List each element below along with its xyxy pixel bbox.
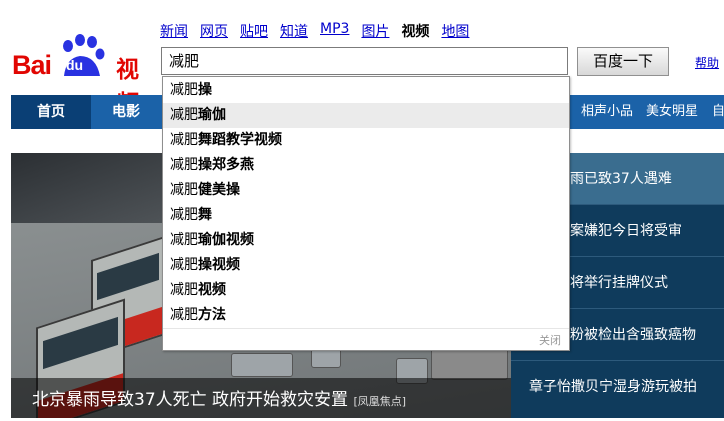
suggestion-item[interactable]: 减肥健美操	[163, 178, 569, 203]
car-image	[231, 353, 293, 377]
help-link[interactable]: 帮助	[695, 54, 719, 71]
logo-text-du: du	[66, 57, 84, 73]
logo-text-latin: Bai	[12, 50, 52, 80]
suggestion-item[interactable]: 减肥操	[163, 78, 569, 103]
nav-more-tab[interactable]: 自	[712, 95, 724, 129]
suggestion-item[interactable]: 减肥操视频	[163, 253, 569, 278]
suggestion-item[interactable]: 减肥方法	[163, 303, 569, 328]
topnav-video[interactable]: 视频	[401, 21, 429, 41]
topnav-map[interactable]: 地图	[441, 21, 469, 41]
car-image	[311, 348, 341, 368]
suggestion-item[interactable]: 减肥视频	[163, 278, 569, 303]
news-item[interactable]: 章子怡撒贝宁湿身游玩被拍	[511, 361, 724, 418]
topnav-mp3[interactable]: MP3	[320, 21, 349, 41]
search-suggestion-dropdown: 减肥操 减肥瑜伽 减肥舞蹈教学视频 减肥操郑多燕 减肥健美操 减肥舞 减肥瑜伽视…	[162, 76, 570, 351]
suggestion-item[interactable]: 减肥舞蹈教学视频	[163, 128, 569, 153]
truck-image	[431, 348, 508, 380]
baidu-video-logo[interactable]: Bai du 视频	[12, 30, 152, 117]
dropdown-divider	[163, 328, 569, 329]
feature-source: [凤凰焦点]	[353, 395, 407, 408]
topnav-zhidao[interactable]: 知道	[280, 21, 308, 41]
nav-movie-tab[interactable]: 电影	[91, 95, 161, 129]
nav-stars-tab[interactable]: 美女明星	[646, 95, 698, 129]
feature-caption[interactable]: 北京暴雨导致37人死亡 政府开始救灾安置 [凤凰焦点]	[32, 385, 406, 410]
suggestion-item[interactable]: 减肥操郑多燕	[163, 153, 569, 178]
topnav-news[interactable]: 新闻	[160, 21, 188, 41]
nav-crosstalk-tab[interactable]: 相声小品	[581, 95, 633, 129]
search-button[interactable]: 百度一下	[577, 47, 669, 76]
feature-caption-text: 北京暴雨导致37人死亡 政府开始救灾安置	[32, 390, 349, 410]
top-nav: 新闻 网页 贴吧 知道 MP3 图片 视频 地图	[160, 21, 469, 41]
close-suggestions-button[interactable]: 关闭	[539, 332, 561, 348]
topnav-web[interactable]: 网页	[200, 21, 228, 41]
topnav-images[interactable]: 图片	[361, 21, 389, 41]
suggestion-item-highlighted[interactable]: 减肥瑜伽	[163, 103, 569, 128]
suggestion-item[interactable]: 减肥舞	[163, 203, 569, 228]
suggestion-item[interactable]: 减肥瑜伽视频	[163, 228, 569, 253]
search-input[interactable]: 减肥	[161, 47, 568, 75]
nav-home-tab[interactable]: 首页	[11, 95, 91, 129]
topnav-tieba[interactable]: 贴吧	[240, 21, 268, 41]
